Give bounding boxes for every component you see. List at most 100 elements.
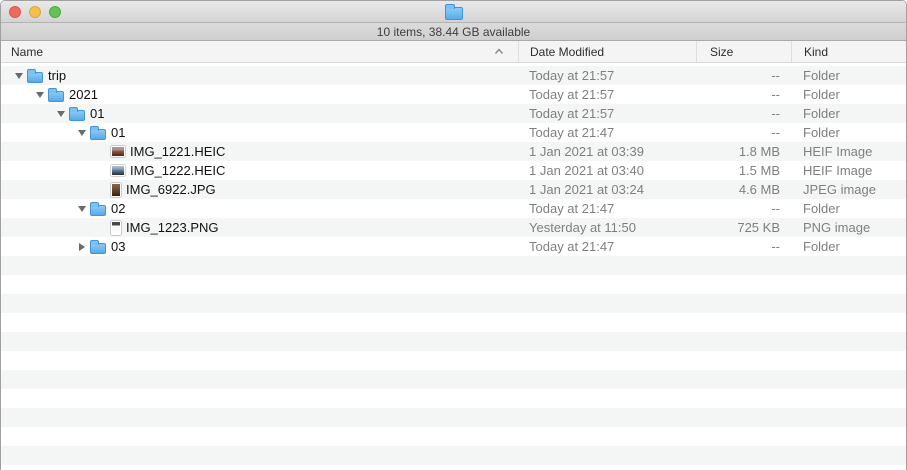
- size-cell: --: [696, 87, 791, 102]
- file-name: 2021: [69, 87, 98, 102]
- empty-row: [1, 351, 906, 370]
- kind-cell: HEIF Image: [791, 163, 906, 178]
- column-header-date-modified[interactable]: Date Modified: [518, 41, 696, 62]
- empty-row: [1, 256, 906, 275]
- file-name-cell: 02: [1, 199, 518, 218]
- table-row[interactable]: 02 Today at 21:47--Folder: [1, 199, 906, 218]
- file-name-cell: IMG_1221.HEIC: [1, 142, 518, 161]
- kind-cell: JPEG image: [791, 182, 906, 197]
- size-cell: 4.6 MB: [696, 182, 791, 197]
- date-modified-cell: Today at 21:57: [518, 68, 696, 83]
- file-name-cell: 03: [1, 237, 518, 256]
- file-name-cell: IMG_1223.PNG: [1, 218, 518, 237]
- file-name: 01: [111, 125, 125, 140]
- date-modified-cell: Today at 21:47: [518, 125, 696, 140]
- file-name: IMG_1222.HEIC: [130, 163, 225, 178]
- disclosure-triangle[interactable]: [32, 87, 48, 103]
- size-cell: --: [696, 125, 791, 140]
- empty-row: [1, 408, 906, 427]
- file-name-cell: IMG_6922.JPG: [1, 180, 518, 199]
- chevron-down-icon: [78, 130, 86, 136]
- disclosure-triangle[interactable]: [53, 106, 69, 122]
- empty-row: [1, 294, 906, 313]
- chevron-down-icon: [15, 73, 23, 79]
- date-modified-cell: Today at 21:57: [518, 87, 696, 102]
- size-cell: --: [696, 201, 791, 216]
- file-name-cell: 01: [1, 104, 518, 123]
- disclosure-triangle[interactable]: [74, 201, 90, 217]
- file-name-cell: IMG_1222.HEIC: [1, 161, 518, 180]
- column-header-kind-label: Kind: [804, 45, 828, 59]
- folder-proxy-icon[interactable]: [445, 7, 463, 20]
- file-name-cell: 2021: [1, 85, 518, 104]
- photo-thumbnail-icon: [111, 165, 125, 176]
- file-name: 01: [90, 106, 104, 121]
- disclosure-triangle: [95, 144, 111, 160]
- file-name: IMG_1223.PNG: [126, 220, 219, 235]
- chevron-down-icon: [57, 111, 65, 117]
- kind-cell: HEIF Image: [791, 144, 906, 159]
- table-row[interactable]: IMG_1223.PNGYesterday at 11:50725 KBPNG …: [1, 218, 906, 237]
- kind-cell: Folder: [791, 68, 906, 83]
- file-name-cell: 01: [1, 123, 518, 142]
- table-row[interactable]: 03 Today at 21:47--Folder: [1, 237, 906, 256]
- kind-cell: Folder: [791, 201, 906, 216]
- date-modified-cell: 1 Jan 2021 at 03:24: [518, 182, 696, 197]
- folder-icon: [48, 91, 64, 102]
- table-row[interactable]: tripToday at 21:57--Folder: [1, 66, 906, 85]
- column-header-size-label: Size: [710, 45, 733, 59]
- disclosure-triangle: [95, 163, 111, 179]
- date-modified-cell: Today at 21:47: [518, 239, 696, 254]
- folder-icon: [27, 72, 43, 83]
- file-name: 02: [111, 201, 125, 216]
- table-row[interactable]: 2021 Today at 21:57--Folder: [1, 85, 906, 104]
- disclosure-triangle[interactable]: [11, 68, 27, 84]
- photo-thumbnail-icon: [111, 183, 121, 197]
- kind-cell: Folder: [791, 239, 906, 254]
- empty-row: [1, 313, 906, 332]
- kind-cell: Folder: [791, 106, 906, 121]
- empty-row: [1, 275, 906, 294]
- photo-thumbnail-icon: [111, 221, 121, 235]
- disclosure-triangle: [95, 220, 111, 236]
- kind-cell: Folder: [791, 87, 906, 102]
- file-name-cell: trip: [1, 66, 518, 85]
- empty-row: [1, 389, 906, 408]
- status-bar: 10 items, 38.44 GB available: [1, 23, 906, 41]
- chevron-down-icon: [36, 92, 44, 98]
- column-header-kind[interactable]: Kind: [791, 41, 906, 62]
- kind-cell: Folder: [791, 125, 906, 140]
- sort-ascending-icon: [494, 48, 504, 55]
- size-cell: --: [696, 106, 791, 121]
- column-header-row: Name Date Modified Size Kind: [1, 41, 906, 63]
- disclosure-triangle[interactable]: [74, 239, 90, 255]
- table-row[interactable]: IMG_1221.HEIC1 Jan 2021 at 03:391.8 MBHE…: [1, 142, 906, 161]
- column-header-date-label: Date Modified: [530, 45, 604, 59]
- empty-row: [1, 446, 906, 465]
- table-row[interactable]: IMG_1222.HEIC1 Jan 2021 at 03:401.5 MBHE…: [1, 161, 906, 180]
- folder-icon: [90, 129, 106, 140]
- date-modified-cell: Today at 21:47: [518, 201, 696, 216]
- finder-window: 10 items, 38.44 GB available Name Date M…: [0, 0, 907, 470]
- date-modified-cell: Yesterday at 11:50: [518, 220, 696, 235]
- column-header-name-label: Name: [11, 45, 43, 59]
- empty-row: [1, 465, 906, 470]
- folder-icon: [90, 205, 106, 216]
- disclosure-triangle[interactable]: [74, 125, 90, 141]
- folder-icon: [69, 110, 85, 121]
- column-header-size[interactable]: Size: [696, 41, 791, 62]
- table-row[interactable]: 01 Today at 21:47--Folder: [1, 123, 906, 142]
- size-cell: --: [696, 239, 791, 254]
- file-list: tripToday at 21:57--Folder2021Today at 2…: [1, 63, 906, 470]
- table-row[interactable]: 01 Today at 21:57--Folder: [1, 104, 906, 123]
- column-header-name[interactable]: Name: [1, 41, 518, 62]
- table-row[interactable]: IMG_6922.JPG 1 Jan 2021 at 03:244.6 MBJPE…: [1, 180, 906, 199]
- folder-icon: [90, 243, 106, 254]
- kind-cell: PNG image: [791, 220, 906, 235]
- file-name: 03: [111, 239, 125, 254]
- file-name: trip: [48, 68, 66, 83]
- chevron-right-icon: [79, 243, 85, 251]
- file-name: IMG_6922.JPG: [126, 182, 216, 197]
- date-modified-cell: Today at 21:57: [518, 106, 696, 121]
- date-modified-cell: 1 Jan 2021 at 03:40: [518, 163, 696, 178]
